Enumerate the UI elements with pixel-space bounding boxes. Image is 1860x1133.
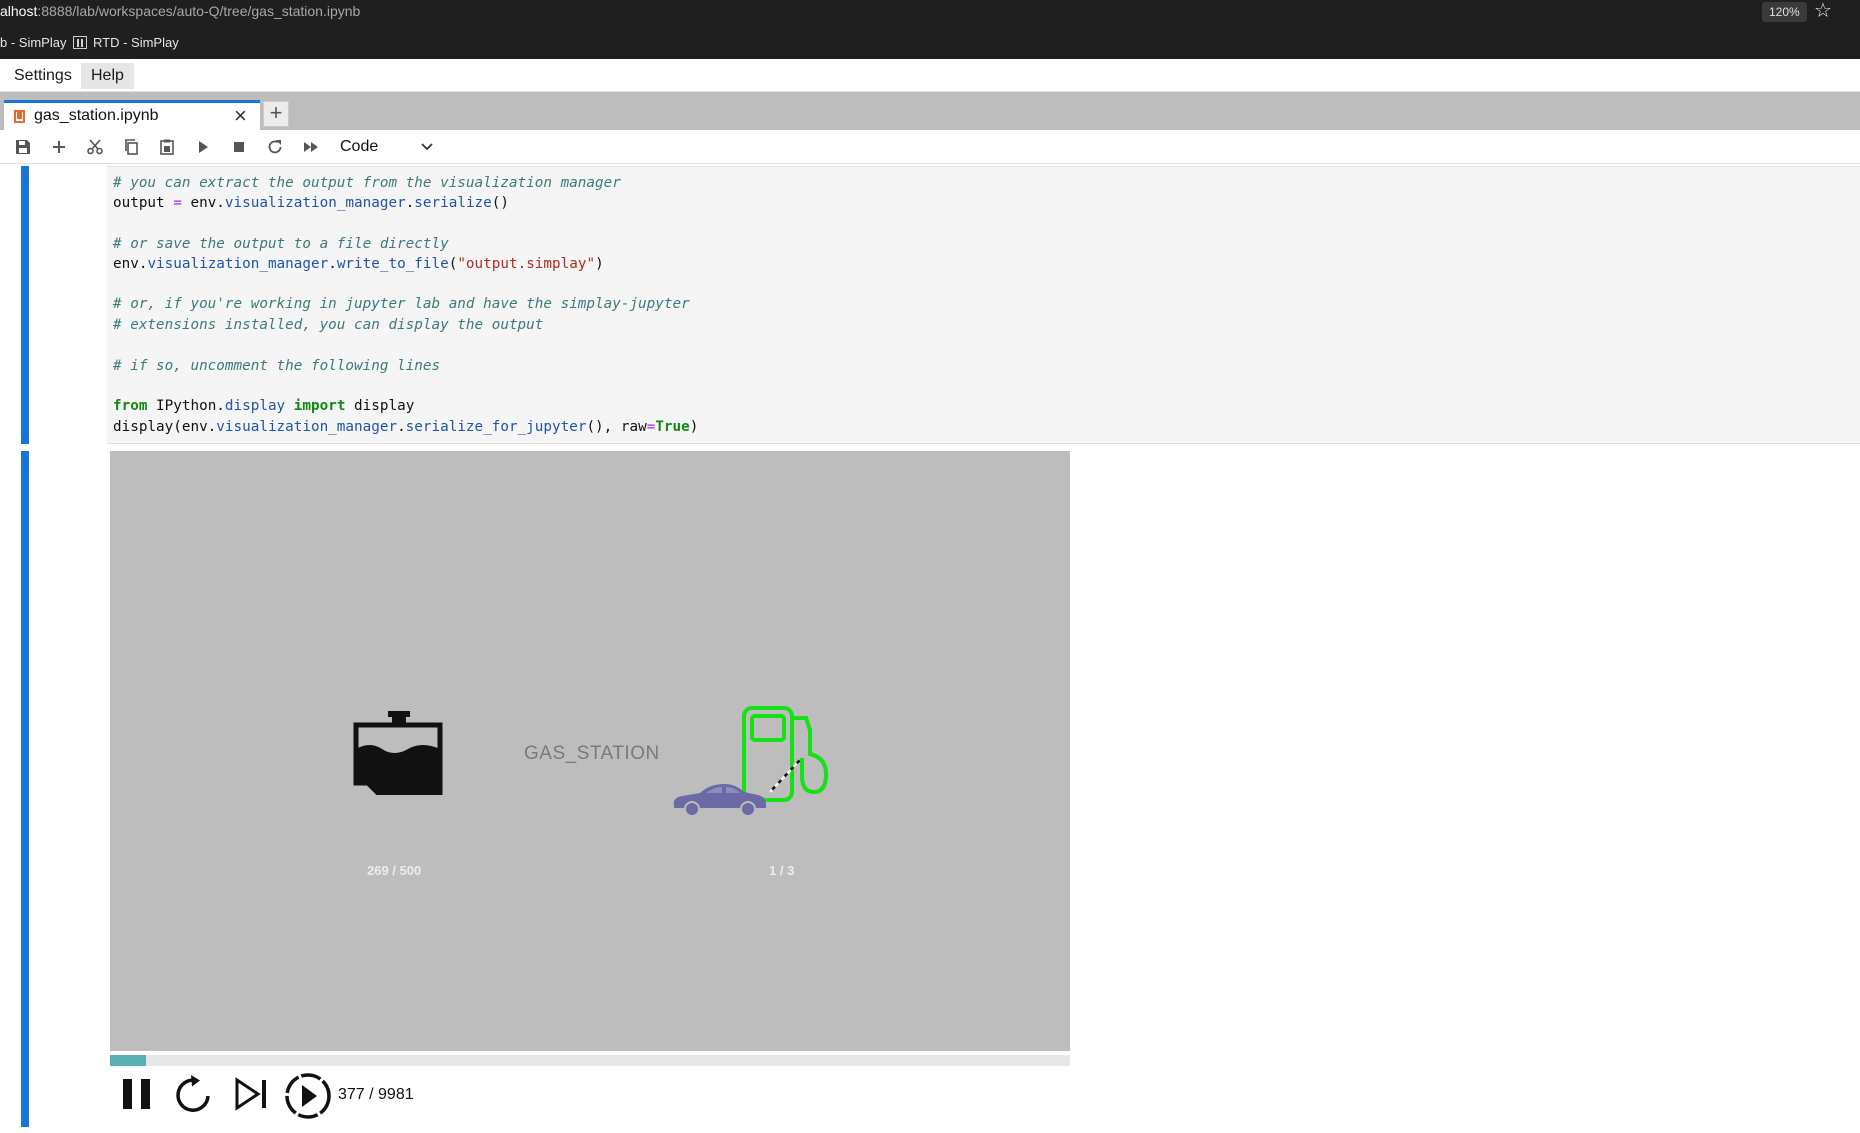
code-line: output = env.visualization_manager.seria… [113,195,509,211]
url-path: :8888/lab/workspaces/auto-Q/tree/gas_sta… [37,3,361,19]
fast-forward-icon[interactable] [299,135,323,159]
pause-icon[interactable] [120,1072,154,1116]
code-line: # if so, uncomment the following lines [113,358,441,374]
code-line: # you can extract the output from the vi… [113,175,621,191]
menu-help[interactable]: Help [81,63,134,89]
pump-count-label: 1 / 3 [769,863,795,878]
run-icon[interactable] [191,135,215,159]
tank-icon [353,711,443,795]
url-host: alhost [0,3,38,19]
bookmark-simplay[interactable]: b - SimPlay [0,35,66,50]
cell-type-value: Code [340,138,379,155]
playback-controls: 377 / 9981 [110,1068,1070,1128]
code-line: env.visualization_manager.write_to_file(… [113,256,604,272]
playback-progress-bar[interactable] [110,1055,1070,1066]
tab-gas-station-notebook[interactable]: gas_station.ipynb × [4,100,260,130]
code-line: # or save the output to a file directly [113,236,449,252]
cut-icon[interactable] [83,135,107,159]
bookmark-label: RTD - SimPlay [93,35,179,50]
copy-icon[interactable] [119,135,143,159]
bookmark-label: b - SimPlay [0,35,67,50]
paste-icon[interactable] [155,135,179,159]
tab-label: gas_station.ipynb [34,107,159,124]
book-icon [73,36,87,49]
url-text[interactable]: alhost:8888/lab/workspaces/auto-Q/tree/g… [0,3,360,19]
browser-url-bar[interactable]: alhost:8888/lab/workspaces/auto-Q/tree/g… [0,0,1860,25]
chevron-down-icon [421,143,433,151]
station-label: GAS_STATION [524,743,660,764]
cell-collapser-output[interactable] [21,451,29,1127]
bookmarks-bar: b - SimPlay RTD - SimPlay [0,25,1860,59]
play-speed-icon[interactable] [282,1072,334,1124]
code-editor[interactable]: # you can extract the output from the vi… [107,166,1860,444]
add-cell-icon[interactable] [47,135,71,159]
playback-progress-fill [110,1055,146,1066]
replay-icon[interactable] [172,1072,216,1116]
frame-counter: 377 / 9981 [338,1086,414,1103]
menu-settings[interactable]: Settings [4,63,82,89]
car-icon [673,784,766,817]
simplay-visualization[interactable]: GAS_STATION 269 / 500 1 / 3 [110,451,1070,1051]
menu-bar: Settings Help [0,59,1860,92]
close-icon[interactable]: × [234,103,247,129]
tank-level-label: 269 / 500 [367,863,422,878]
code-line: display(env.visualization_manager.serial… [113,419,699,435]
tab-bar: gas_station.ipynb × + [0,92,1860,130]
skip-forward-icon[interactable] [232,1072,272,1116]
cell-type-select[interactable]: Code [340,135,440,159]
bookmark-star-icon[interactable]: ☆ [1814,0,1832,22]
zoom-indicator[interactable]: 120% [1762,2,1807,22]
save-icon[interactable] [11,135,35,159]
code-line: # or, if you're working in jupyter lab a… [113,296,690,312]
stop-icon[interactable] [227,135,251,159]
code-line: # extensions installed, you can display … [113,317,544,333]
notebook-icon [14,110,25,123]
cell-collapser-code[interactable] [21,166,29,444]
restart-icon[interactable] [263,135,287,159]
notebook-toolbar: Code [0,130,1860,164]
code-line: from IPython.display import display [113,398,415,414]
new-tab-button[interactable]: + [263,101,289,127]
bookmark-rtd-simplay[interactable]: RTD - SimPlay [73,35,179,50]
